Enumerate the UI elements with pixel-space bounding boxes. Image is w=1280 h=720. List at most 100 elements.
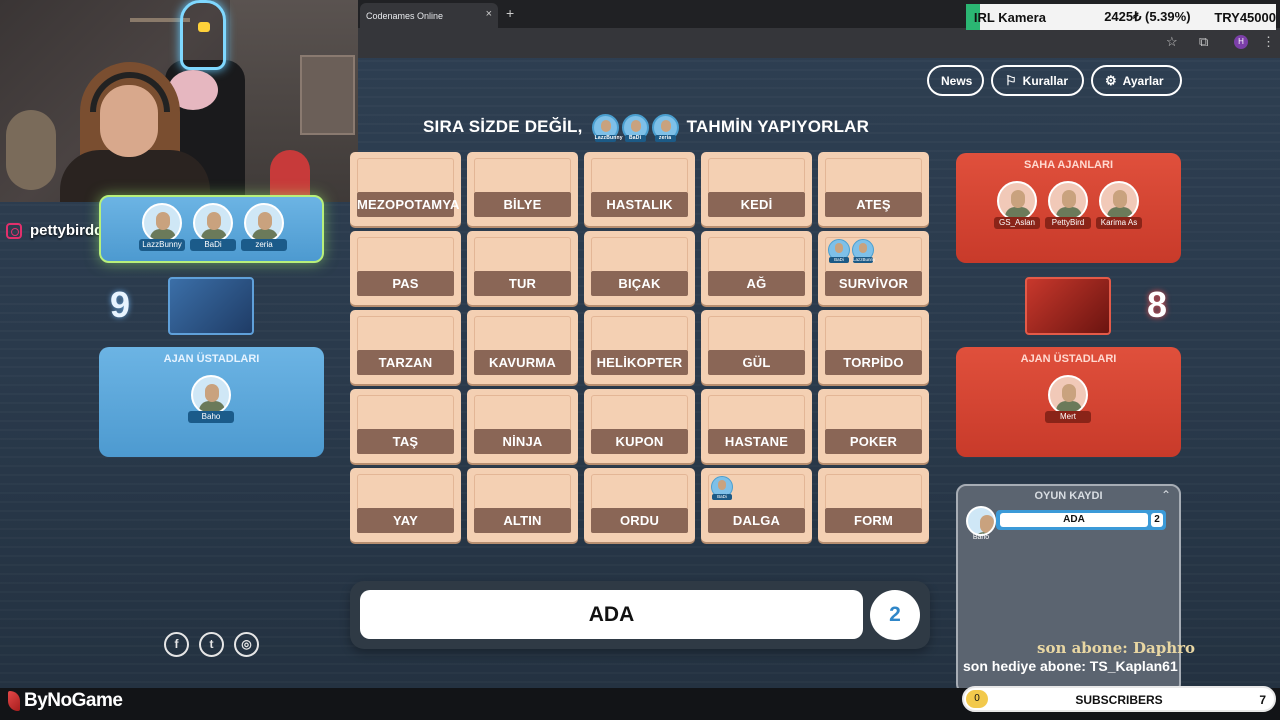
profile-avatar[interactable]: H: [1234, 35, 1248, 49]
blue-operative: BaDi: [190, 203, 236, 251]
log-entry-count: 2: [1151, 513, 1163, 527]
word-card[interactable]: FORM: [818, 468, 929, 542]
card-face: [474, 237, 571, 271]
tab-close-icon[interactable]: ×: [486, 8, 492, 20]
word-card[interactable]: MEZOPOTAMYA: [350, 152, 461, 226]
guess-marker-label: BaDi: [712, 494, 732, 500]
card-face: [591, 474, 688, 508]
player-name: LazzBunny: [139, 239, 185, 251]
card-word: HASTANE: [708, 429, 805, 454]
card-face: [708, 158, 805, 192]
facebook-icon[interactable]: f: [164, 632, 189, 657]
card-word: PAS: [357, 271, 454, 296]
ticker-value: 2425₺ (5.39%): [1104, 9, 1191, 24]
player-name: Mert: [1045, 411, 1091, 423]
word-card[interactable]: GÜL: [701, 310, 812, 384]
instagram-icon: [6, 222, 22, 239]
word-card[interactable]: BaDi LazzBunny SURVİVOR: [818, 231, 929, 305]
card-face: [357, 474, 454, 508]
extensions-icon[interactable]: ⧉: [1199, 34, 1208, 50]
last-gift-subscriber: son hediye abone: TS_Kaplan61: [963, 658, 1178, 674]
browser-tab-title: Codenames Online: [366, 10, 444, 21]
subscriber-goal: 7: [1259, 693, 1266, 707]
player-name: Baho: [972, 534, 990, 541]
player-avatar: [142, 203, 182, 243]
card-face: [708, 395, 805, 429]
word-card[interactable]: TAŞ: [350, 389, 461, 463]
card-word: TAŞ: [357, 429, 454, 454]
card-guess-markers: BaDi LazzBunny: [828, 239, 876, 263]
card-word: POKER: [825, 429, 922, 454]
twitter-icon[interactable]: t: [199, 632, 224, 657]
player-avatar: [1099, 181, 1139, 221]
rules-button[interactable]: ⚐ Kurallar: [991, 65, 1084, 96]
blue-spymasters-title: AJAN ÜSTADLARI: [163, 353, 260, 365]
card-guess-markers: BaDi: [711, 476, 735, 500]
player-avatar: [244, 203, 284, 243]
player-name: Baho: [188, 411, 234, 423]
gear-icon: ⚙: [1105, 72, 1117, 88]
instagram-icon[interactable]: ◎: [234, 632, 259, 657]
red-spymasters-panel: AJAN ÜSTADLARI Mert: [956, 347, 1181, 457]
bookmark-star-icon[interactable]: ☆: [1166, 34, 1178, 50]
word-card[interactable]: YAY: [350, 468, 461, 542]
log-player: Baho: [964, 506, 998, 544]
word-card[interactable]: HELİKOPTER: [584, 310, 695, 384]
blue-team-portrait: [168, 277, 254, 335]
log-entry-word: ADA: [1000, 513, 1148, 527]
card-word: HASTALIK: [591, 192, 688, 217]
word-card[interactable]: HASTALIK: [584, 152, 695, 226]
word-card[interactable]: PAS: [350, 231, 461, 305]
word-card[interactable]: POKER: [818, 389, 929, 463]
webcam-guitar: [6, 110, 56, 190]
word-card[interactable]: AĞ: [701, 231, 812, 305]
card-word: BIÇAK: [591, 271, 688, 296]
card-face: [591, 158, 688, 192]
browser-address-bar[interactable]: [358, 28, 1280, 58]
card-word: TARZAN: [357, 350, 454, 375]
word-card[interactable]: ATEŞ: [818, 152, 929, 226]
card-word: KEDİ: [708, 192, 805, 217]
guess-marker-label: BaDi: [829, 257, 849, 263]
news-button[interactable]: News: [927, 65, 984, 96]
word-card[interactable]: KAVURMA: [467, 310, 578, 384]
red-operative: GS_Aslan: [994, 181, 1040, 229]
word-card[interactable]: BIÇAK: [584, 231, 695, 305]
red-spymasters-title: AJAN ÜSTADLARI: [1020, 353, 1117, 365]
game-log-title: OYUN KAYDI: [1034, 490, 1103, 502]
word-card[interactable]: BİLYE: [467, 152, 578, 226]
card-face: [708, 316, 805, 350]
red-spymaster: Mert: [1045, 375, 1091, 423]
settings-label: Ayarlar: [1122, 73, 1164, 88]
word-card[interactable]: ALTIN: [467, 468, 578, 542]
word-card[interactable]: HASTANE: [701, 389, 812, 463]
turn-status: SIRA SİZDE DEĞİL, LazzBunny BaDi zeria T…: [423, 113, 869, 142]
red-operatives-panel: SAHA AJANLARI GS_Aslan PettyBird Karima …: [956, 153, 1181, 263]
news-label: News: [941, 73, 973, 88]
browser-menu-icon[interactable]: ⋮: [1262, 34, 1275, 50]
card-face: [825, 474, 922, 508]
word-card[interactable]: TARZAN: [350, 310, 461, 384]
collapse-icon[interactable]: ⌃: [1161, 488, 1171, 502]
word-card[interactable]: NİNJA: [467, 389, 578, 463]
red-operative: Karima As: [1096, 181, 1142, 229]
word-card[interactable]: KEDİ: [701, 152, 812, 226]
word-card[interactable]: TORPİDO: [818, 310, 929, 384]
word-card[interactable]: ORDU: [584, 468, 695, 542]
player-name: zeria: [241, 239, 287, 251]
card-word: YAY: [357, 508, 454, 533]
card-face: [591, 316, 688, 350]
bynogame-text: ByNoGame: [24, 690, 123, 711]
settings-button[interactable]: ⚙ Ayarlar: [1091, 65, 1182, 96]
browser-tab[interactable]: Codenames Online ×: [360, 3, 498, 28]
bynogame-logo: ByNoGame: [8, 690, 123, 712]
word-card[interactable]: BaDi DALGA: [701, 468, 812, 542]
word-card[interactable]: KUPON: [584, 389, 695, 463]
turn-status-prefix: SIRA SİZDE DEĞİL,: [423, 117, 583, 136]
card-word: BİLYE: [474, 192, 571, 217]
last-subscriber: son abone: Daphro: [1037, 639, 1196, 657]
instagram-handle: pettybirdd: [6, 222, 103, 239]
word-card[interactable]: TUR: [467, 231, 578, 305]
card-face: [591, 237, 688, 271]
new-tab-icon[interactable]: +: [506, 5, 514, 21]
